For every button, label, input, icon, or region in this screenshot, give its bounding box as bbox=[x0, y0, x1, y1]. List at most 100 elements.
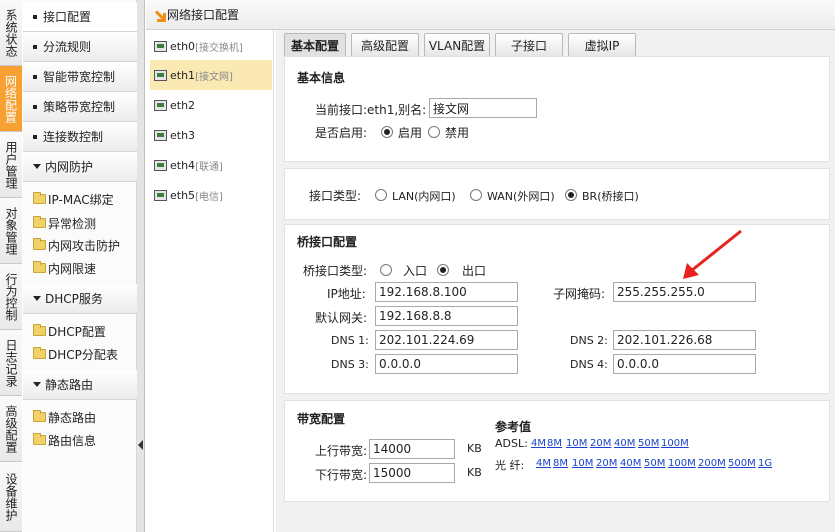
vtab-advanced-config[interactable]: 高级配置 bbox=[0, 396, 22, 462]
fiber-link-200m[interactable]: 200M bbox=[698, 458, 726, 469]
arrow-down-right-icon bbox=[154, 10, 166, 22]
tab-advanced-config[interactable]: 高级配置 bbox=[351, 33, 419, 56]
ip-address-input[interactable] bbox=[375, 282, 518, 302]
adsl-link-100m[interactable]: 100M bbox=[661, 438, 689, 449]
dns3-input[interactable] bbox=[375, 354, 518, 374]
tab-basic-config[interactable]: 基本配置 bbox=[284, 33, 346, 56]
vtab-network-config[interactable]: 网络配置 bbox=[0, 66, 22, 132]
ip-address-label: IP地址: bbox=[327, 287, 366, 301]
folder-icon bbox=[33, 216, 46, 228]
menu-sub-lan-attack-protect[interactable]: 内网攻击防护 bbox=[33, 234, 137, 256]
collapse-left-icon[interactable] bbox=[138, 440, 143, 450]
folder-icon bbox=[33, 410, 46, 422]
enable-off-label: 禁用 bbox=[445, 126, 470, 140]
fiber-link-4m[interactable]: 4M bbox=[536, 458, 551, 469]
vtab-device-maintenance[interactable]: 设备维护 bbox=[0, 462, 22, 532]
menu-sub-dhcp-table[interactable]: DHCP分配表 bbox=[33, 343, 137, 365]
dns1-label: DNS 1: bbox=[331, 334, 369, 347]
tab-sub-interface[interactable]: 子接口 bbox=[495, 33, 563, 56]
vtab-user-management[interactable]: 用户管理 bbox=[0, 132, 22, 198]
fiber-link-50m[interactable]: 50M bbox=[644, 458, 665, 469]
adsl-link-20m[interactable]: 20M bbox=[590, 438, 611, 449]
menu-item-policy-bandwidth[interactable]: 策略带宽控制 bbox=[23, 92, 137, 122]
chevron-down-icon bbox=[33, 164, 41, 169]
fiber-link-20m[interactable]: 20M bbox=[596, 458, 617, 469]
network-card-icon bbox=[154, 99, 167, 111]
bridge-config-panel: 桥接口配置 桥接口类型: 入口 出口 IP地址: 子网掩码: 默认网关: DNS… bbox=[284, 224, 830, 394]
alias-input[interactable] bbox=[429, 98, 537, 118]
interface-type-label: 接口类型: bbox=[309, 189, 362, 203]
config-content: 基本配置 高级配置 VLAN配置 子接口 虚拟IP 基本信息 当前接口:eth1… bbox=[276, 30, 835, 532]
fiber-link-8m[interactable]: 8M bbox=[553, 458, 568, 469]
adsl-link-40m[interactable]: 40M bbox=[614, 438, 635, 449]
vtab-object-management[interactable]: 对象管理 bbox=[0, 198, 22, 264]
gateway-input[interactable] bbox=[375, 306, 518, 326]
folder-icon bbox=[33, 433, 46, 445]
bridge-out-radio[interactable] bbox=[437, 264, 449, 276]
basic-info-panel: 基本信息 当前接口:eth1,别名: 是否启用: 启用 禁用 bbox=[284, 56, 830, 162]
tab-virtual-ip[interactable]: 虚拟IP bbox=[568, 33, 636, 56]
adsl-link-50m[interactable]: 50M bbox=[638, 438, 659, 449]
network-card-icon bbox=[154, 189, 167, 201]
bridge-config-title: 桥接口配置 bbox=[297, 235, 358, 249]
bridge-in-label: 入口 bbox=[403, 264, 428, 278]
menu-group-dhcp[interactable]: DHCP服务 bbox=[23, 284, 137, 314]
enable-off-radio[interactable] bbox=[428, 126, 440, 138]
tab-vlan-config[interactable]: VLAN配置 bbox=[424, 33, 490, 56]
interface-item-eth4[interactable]: eth4 [联通] bbox=[150, 150, 272, 180]
collapse-splitter[interactable] bbox=[137, 0, 145, 532]
upstream-input[interactable] bbox=[369, 439, 455, 459]
fiber-link-500m[interactable]: 500M bbox=[728, 458, 756, 469]
menu-sub-static-route[interactable]: 静态路由 bbox=[33, 406, 137, 428]
type-lan-radio[interactable] bbox=[375, 189, 387, 201]
type-br-label: BR(桥接口) bbox=[582, 190, 639, 203]
fiber-link-1g[interactable]: 1G bbox=[758, 458, 772, 469]
interface-item-eth0[interactable]: eth0 [接交换机] bbox=[150, 31, 272, 61]
vtab-behavior-control[interactable]: 行为控制 bbox=[0, 264, 22, 330]
fiber-link-100m[interactable]: 100M bbox=[668, 458, 696, 469]
menu-sub-ip-mac-bind[interactable]: IP-MAC绑定 bbox=[33, 188, 137, 210]
vtab-system-status[interactable]: 系统状态 bbox=[0, 0, 22, 66]
menu-group-static-route[interactable]: 静态路由 bbox=[23, 370, 137, 400]
interface-item-eth5[interactable]: eth5 [电信] bbox=[150, 180, 272, 210]
network-card-icon bbox=[154, 40, 167, 52]
bullet-icon bbox=[33, 104, 37, 109]
menu-sub-route-info[interactable]: 路由信息 bbox=[33, 429, 137, 451]
type-wan-radio[interactable] bbox=[470, 189, 482, 201]
downstream-input[interactable] bbox=[369, 463, 455, 483]
enable-on-radio[interactable] bbox=[381, 126, 393, 138]
dns1-input[interactable] bbox=[375, 330, 518, 350]
menu-item-connection-limit[interactable]: 连接数控制 bbox=[23, 122, 137, 152]
menu-item-traffic-rules[interactable]: 分流规则 bbox=[23, 32, 137, 62]
interface-item-eth1[interactable]: eth1 [接文网] bbox=[150, 60, 272, 90]
menu-sub-dhcp-config[interactable]: DHCP配置 bbox=[33, 320, 137, 342]
menu-item-smart-bandwidth[interactable]: 智能带宽控制 bbox=[23, 62, 137, 92]
menu-sub-anomaly-detect[interactable]: 异常检测 bbox=[33, 212, 137, 234]
subnet-mask-input[interactable] bbox=[613, 282, 756, 302]
dns2-input[interactable] bbox=[613, 330, 756, 350]
interface-item-eth2[interactable]: eth2 bbox=[150, 90, 272, 120]
type-br-radio[interactable] bbox=[565, 189, 577, 201]
adsl-link-4m[interactable]: 4M bbox=[531, 438, 546, 449]
adsl-link-10m[interactable]: 10M bbox=[566, 438, 587, 449]
downstream-label: 下行带宽: bbox=[315, 468, 368, 482]
adsl-link-8m[interactable]: 8M bbox=[547, 438, 562, 449]
fiber-link-10m[interactable]: 10M bbox=[572, 458, 593, 469]
folder-icon bbox=[33, 324, 46, 336]
dns3-label: DNS 3: bbox=[331, 358, 369, 371]
network-card-icon bbox=[154, 129, 167, 141]
bandwidth-panel: 带宽配置 上行带宽: KB 下行带宽: KB 参考值 ADSL: 4M 8M 1… bbox=[284, 400, 830, 502]
bullet-icon bbox=[33, 44, 37, 49]
menu-group-lan-protect[interactable]: 内网防护 bbox=[23, 152, 137, 182]
dns4-input[interactable] bbox=[613, 354, 756, 374]
interface-item-eth3[interactable]: eth3 bbox=[150, 120, 272, 150]
enable-label: 是否启用: bbox=[315, 126, 368, 140]
menu-sub-lan-rate-limit[interactable]: 内网限速 bbox=[33, 257, 137, 279]
menu-item-interface-config[interactable]: 接口配置 bbox=[23, 2, 137, 32]
bridge-in-radio[interactable] bbox=[380, 264, 392, 276]
bullet-icon bbox=[33, 74, 37, 79]
fiber-link-40m[interactable]: 40M bbox=[620, 458, 641, 469]
folder-icon bbox=[33, 238, 46, 250]
page-title-bar: 网络接口配置 bbox=[146, 0, 835, 30]
vtab-log-records[interactable]: 日志记录 bbox=[0, 330, 22, 396]
